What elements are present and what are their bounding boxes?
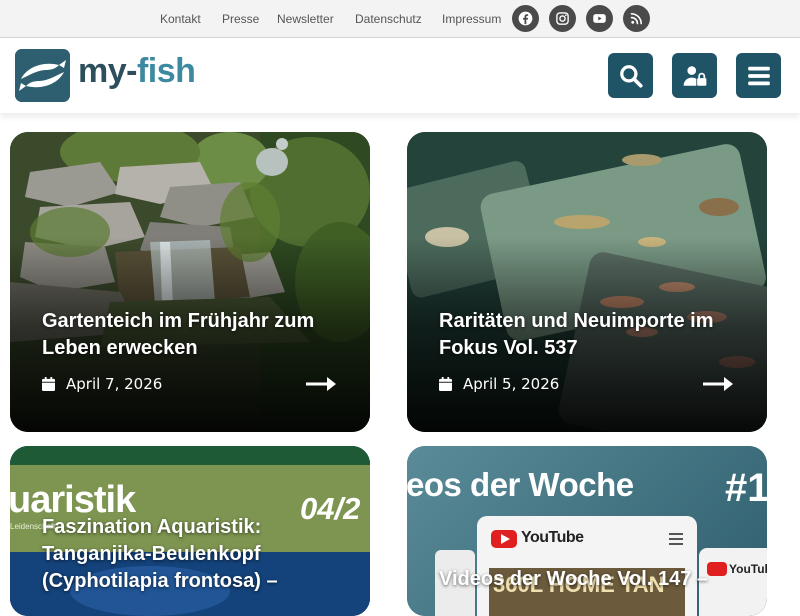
article-title[interactable]: Gartenteich im Frühjahr zum Leben erweck… xyxy=(42,308,340,362)
site-header: my-fish xyxy=(0,37,800,113)
logo-text-my: my- xyxy=(78,52,137,90)
nav-link-kontakt[interactable]: Kontakt xyxy=(160,12,201,26)
article-title[interactable]: Faszination Aquaristik: Tanganjika-Beule… xyxy=(42,514,340,595)
calendar-icon xyxy=(439,377,452,391)
article-title[interactable]: Videos der Woche Vol. 147 – xyxy=(439,566,737,593)
facebook-icon[interactable] xyxy=(512,5,539,32)
menu-button[interactable] xyxy=(736,53,781,98)
hamburger-icon xyxy=(669,533,683,535)
menu-icon xyxy=(747,66,770,85)
article-date: April 5, 2026 xyxy=(439,375,559,393)
article-card-raritaeten[interactable]: Raritäten und Neuimporte im Fokus Vol. 5… xyxy=(407,132,767,432)
article-card-gartenteich[interactable]: Gartenteich im Frühjahr zum Leben erweck… xyxy=(10,132,370,432)
read-more-arrow-icon[interactable] xyxy=(703,374,733,394)
banner-heading-text: eos der Woche xyxy=(407,466,634,503)
article-date: April 7, 2026 xyxy=(42,375,162,393)
calendar-icon xyxy=(42,377,55,391)
fish-logo-icon xyxy=(15,49,70,102)
nav-link-presse[interactable]: Presse xyxy=(222,12,259,26)
youtube-play-icon xyxy=(501,534,510,544)
nav-link-datenschutz[interactable]: Datenschutz xyxy=(355,12,422,26)
top-bar: Kontakt Presse Newsletter Datenschutz Im… xyxy=(0,0,800,37)
rss-icon[interactable] xyxy=(623,5,650,32)
article-title[interactable]: Raritäten und Neuimporte im Fokus Vol. 5… xyxy=(439,308,737,362)
instagram-icon[interactable] xyxy=(549,5,576,32)
youtube-icon[interactable] xyxy=(586,5,613,32)
banner-number-text: #1 xyxy=(725,466,767,510)
nav-link-newsletter[interactable]: Newsletter xyxy=(277,12,334,26)
search-button[interactable] xyxy=(608,53,653,98)
nav-link-impressum[interactable]: Impressum xyxy=(442,12,501,26)
top-nav: Kontakt Presse Newsletter Datenschutz Im… xyxy=(0,0,510,37)
article-card-videos-der-woche[interactable]: eos der Woche #1 YouTube 360L HOME TAN Y… xyxy=(407,446,767,616)
search-icon xyxy=(619,64,643,88)
user-lock-icon xyxy=(683,65,706,86)
article-date-text: April 5, 2026 xyxy=(463,375,560,393)
article-date-text: April 7, 2026 xyxy=(66,375,163,393)
account-button[interactable] xyxy=(672,53,717,98)
logo-wordmark: my-fish xyxy=(78,52,196,91)
logo-text-fish: fish xyxy=(136,52,196,90)
article-card-faszination-aquaristik[interactable]: uaristik Leidenschaft 04/2 Faszination A… xyxy=(10,446,370,616)
read-more-arrow-icon[interactable] xyxy=(306,374,336,394)
youtube-label: YouTube xyxy=(521,529,584,546)
